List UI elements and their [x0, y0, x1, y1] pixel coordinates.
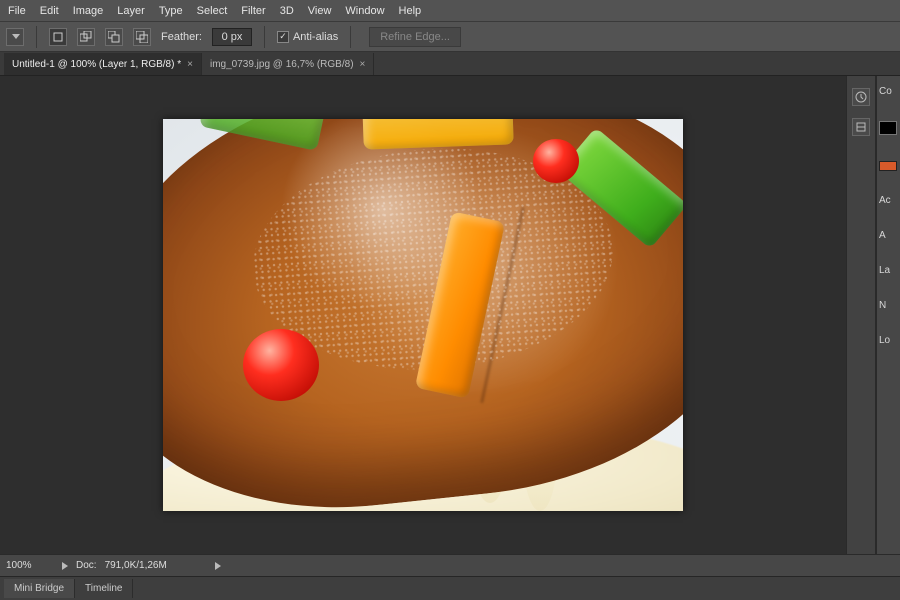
selection-mode-subtract[interactable] [105, 28, 123, 46]
foreground-color-swatch[interactable] [879, 121, 897, 135]
zoom-field[interactable]: 100% [6, 560, 54, 571]
zoom-popup-icon[interactable] [62, 562, 68, 570]
panel-tab-layers[interactable]: La [879, 265, 898, 276]
panel-tab-adjustments[interactable]: Ac [879, 195, 898, 206]
status-bar: 100% Doc: 791,0K/1,26M [0, 554, 900, 576]
properties-panel-icon[interactable] [852, 118, 870, 136]
menu-image[interactable]: Image [73, 5, 104, 17]
chevron-down-icon [12, 34, 20, 39]
tab-timeline[interactable]: Timeline [75, 579, 133, 598]
menu-edit[interactable]: Edit [40, 5, 59, 17]
doc-size-value: 791,0K/1,26M [105, 560, 167, 571]
canvas-area[interactable] [0, 76, 846, 554]
accent-color-swatch[interactable] [879, 161, 897, 171]
panel-tab-add[interactable]: A [879, 230, 898, 241]
document-tab-1[interactable]: Untitled-1 @ 100% (Layer 1, RGB/8) * × [4, 53, 202, 75]
options-bar: Feather: ✓ Anti-alias Refine Edge... [0, 22, 900, 52]
selection-mode-add[interactable] [77, 28, 95, 46]
antialias-label: Anti-alias [293, 31, 338, 43]
history-panel-icon[interactable] [852, 88, 870, 106]
antialias-checkbox[interactable]: ✓ Anti-alias [277, 31, 338, 43]
document-canvas[interactable] [163, 119, 683, 511]
image-cherry [243, 329, 319, 401]
menu-view[interactable]: View [308, 5, 332, 17]
doc-size-label: Doc: [76, 560, 97, 571]
panel-tab-normal[interactable]: N [879, 300, 898, 311]
menu-window[interactable]: Window [345, 5, 384, 17]
menu-bar: File Edit Image Layer Type Select Filter… [0, 0, 900, 22]
selection-mode-intersect[interactable] [133, 28, 151, 46]
menu-filter[interactable]: Filter [241, 5, 265, 17]
document-tab-label: Untitled-1 @ 100% (Layer 1, RGB/8) * [12, 59, 181, 70]
menu-file[interactable]: File [8, 5, 26, 17]
document-tabs: Untitled-1 @ 100% (Layer 1, RGB/8) * × i… [0, 52, 900, 76]
check-icon: ✓ [277, 31, 289, 43]
right-panels: Co Ac A La N Lo [876, 76, 900, 554]
menu-type[interactable]: Type [159, 5, 183, 17]
image-candied-orange [362, 119, 514, 150]
separator [350, 26, 351, 48]
feather-label: Feather: [161, 31, 202, 43]
selection-mode-new[interactable] [49, 28, 67, 46]
image-cherry [533, 139, 579, 183]
menu-layer[interactable]: Layer [117, 5, 145, 17]
panel-tab-color[interactable]: Co [879, 86, 898, 97]
status-menu-icon[interactable] [215, 562, 221, 570]
collapsed-dock [846, 76, 876, 554]
tab-mini-bridge[interactable]: Mini Bridge [4, 579, 75, 598]
separator [264, 26, 265, 48]
close-tab-icon[interactable]: × [187, 59, 193, 70]
document-tab-label: img_0739.jpg @ 16,7% (RGB/8) [210, 59, 354, 70]
close-tab-icon[interactable]: × [360, 59, 366, 70]
refine-edge-button[interactable]: Refine Edge... [369, 27, 461, 47]
panel-tab-lock[interactable]: Lo [879, 335, 898, 346]
menu-help[interactable]: Help [399, 5, 422, 17]
document-tab-2[interactable]: img_0739.jpg @ 16,7% (RGB/8) × [202, 53, 374, 75]
separator [36, 26, 37, 48]
menu-3d[interactable]: 3D [280, 5, 294, 17]
workspace: Co Ac A La N Lo [0, 76, 900, 554]
tool-preset-dropdown[interactable] [6, 28, 24, 46]
feather-input[interactable] [212, 28, 252, 46]
menu-select[interactable]: Select [197, 5, 228, 17]
bottom-panels: Mini Bridge Timeline [0, 576, 900, 600]
